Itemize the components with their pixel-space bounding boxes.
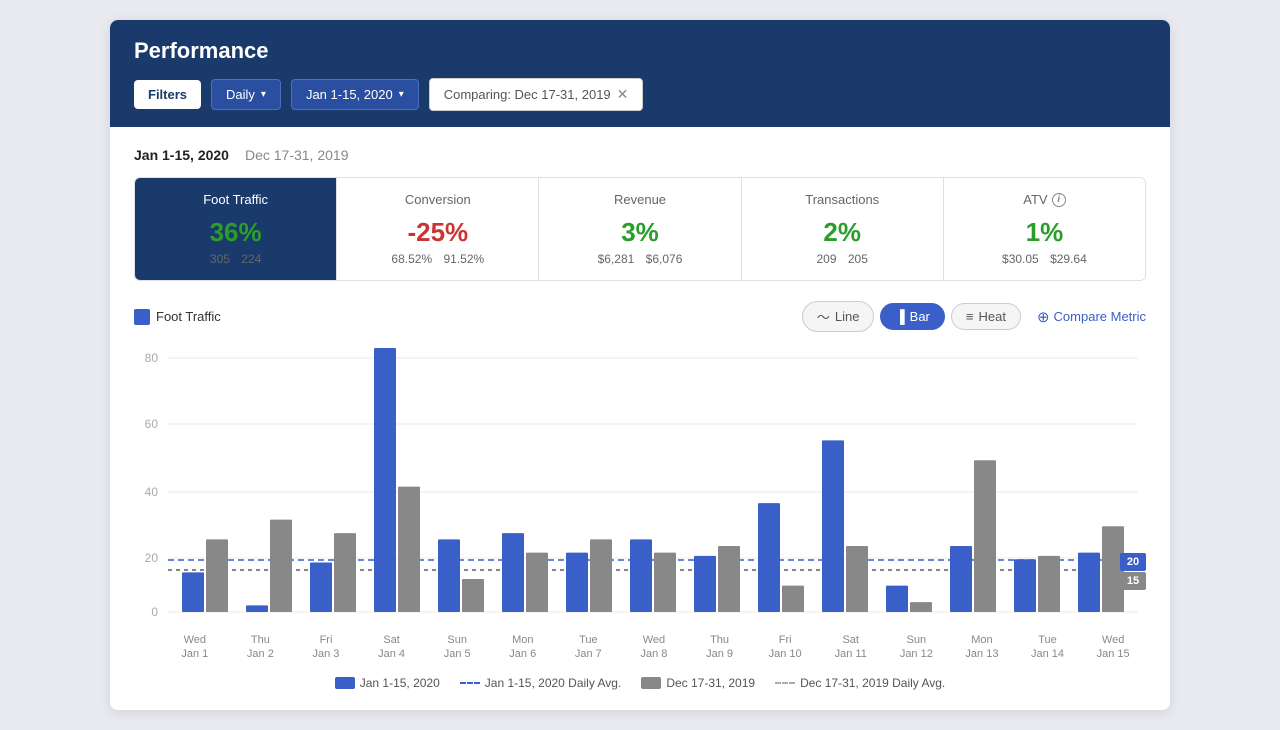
chart-legend-label: Foot Traffic [156,309,221,324]
metrics-row: Foot Traffic 36% 305 224 Conversion -25%… [134,177,1146,281]
compare-metric-button[interactable]: ⊕ Compare Metric [1037,308,1146,326]
legend-label-jan-2020-avg: Jan 1-15, 2020 Daily Avg. [485,676,622,690]
metric-title-conversion: Conversion [353,192,522,207]
metric-value-conversion: -25% [353,217,522,248]
legend-item-dec-2019-avg: Dec 17-31, 2019 Daily Avg. [775,676,945,690]
bar-chart-svg: 80 60 40 20 0 [134,348,1146,628]
svg-text:15: 15 [1127,575,1139,587]
x-label-jan6: Mon Jan 6 [490,633,556,662]
header-controls: Filters Daily ▾ Jan 1-15, 2020 ▾ Compari… [134,78,1146,111]
x-label-jan7: Tue Jan 7 [556,633,622,662]
metric-title-atv: ATV i [960,192,1129,207]
legend-item-dec-2019: Dec 17-31, 2019 [641,676,755,690]
legend-color-dashed-blue [460,682,480,684]
line-chart-icon: 〜 [817,307,830,326]
chart-wrapper: 80 60 40 20 0 [134,348,1146,662]
metric-value-atv: 1% [960,217,1129,248]
chart-header: Foot Traffic 〜 Line ▐ Bar ≡ [134,301,1146,332]
svg-text:20: 20 [1127,556,1139,568]
date-labels: Jan 1-15, 2020 Dec 17-31, 2019 [134,147,1146,163]
legend-label-dec-2019-avg: Dec 17-31, 2019 Daily Avg. [800,676,945,690]
x-label-jan13: Mon Jan 13 [949,633,1015,662]
chart-controls: 〜 Line ▐ Bar ≡ Heat [802,301,1021,332]
legend-color-solid-gray [641,677,661,689]
legend-color-box [134,309,150,325]
legend-item-jan-2020-avg: Jan 1-15, 2020 Daily Avg. [460,676,622,690]
x-label-jan8: Wed Jan 8 [621,633,687,662]
metric-title-transactions: Transactions [758,192,927,207]
metric-title-revenue: Revenue [555,192,724,207]
daily-selector[interactable]: Daily ▾ [211,79,281,110]
primary-date-label: Jan 1-15, 2020 [134,147,229,163]
x-label-jan5: Sun Jan 5 [424,633,490,662]
x-label-jan3: Fri Jan 3 [293,633,359,662]
metric-card-revenue[interactable]: Revenue 3% $6,281 $6,076 [539,178,741,280]
x-axis-labels: Wed Jan 1 Thu Jan 2 Fri Jan 3 Sat Jan 4 [162,633,1146,662]
metric-card-atv[interactable]: ATV i 1% $30.05 $29.64 [944,178,1145,280]
heat-chart-icon: ≡ [966,309,974,324]
comparing-selector[interactable]: Comparing: Dec 17-31, 2019 ✕ [429,78,644,111]
secondary-date-label: Dec 17-31, 2019 [245,147,349,163]
metric-value-revenue: 3% [555,217,724,248]
date-range-selector[interactable]: Jan 1-15, 2020 ▾ [291,79,419,110]
x-label-jan15: Wed Jan 15 [1080,633,1146,662]
heat-chart-button[interactable]: ≡ Heat [951,303,1021,330]
x-label-jan2: Thu Jan 2 [228,633,294,662]
filters-button[interactable]: Filters [134,80,201,109]
svg-text:60: 60 [145,417,159,431]
main-content: Jan 1-15, 2020 Dec 17-31, 2019 Foot Traf… [110,127,1170,710]
bar-chart-icon: ▐ [895,309,904,324]
chevron-down-icon: ▾ [399,89,404,100]
metric-value-foot-traffic: 36% [151,217,320,248]
page-title: Performance [134,38,1146,64]
plus-circle-icon: ⊕ [1037,308,1050,326]
metric-sub-foot-traffic: 305 224 [151,252,320,266]
x-label-jan14: Tue Jan 14 [1015,633,1081,662]
metric-sub-transactions: 209 205 [758,252,927,266]
svg-text:20: 20 [145,551,159,565]
line-chart-button[interactable]: 〜 Line [802,301,875,332]
metric-card-conversion[interactable]: Conversion -25% 68.52% 91.52% [337,178,539,280]
chart-legend: Foot Traffic [134,309,221,325]
chevron-down-icon: ▾ [261,89,266,100]
metric-title-foot-traffic: Foot Traffic [151,192,320,207]
close-icon[interactable]: ✕ [617,86,629,103]
metric-sub-revenue: $6,281 $6,076 [555,252,724,266]
page-header: Performance Filters Daily ▾ Jan 1-15, 20… [110,20,1170,127]
chart-section: Foot Traffic 〜 Line ▐ Bar ≡ [134,301,1146,690]
metric-sub-atv: $30.05 $29.64 [960,252,1129,266]
legend-label-jan-2020: Jan 1-15, 2020 [360,676,440,690]
x-label-jan10: Fri Jan 10 [752,633,818,662]
svg-text:0: 0 [151,605,158,619]
performance-container: Performance Filters Daily ▾ Jan 1-15, 20… [110,20,1170,710]
legend-color-dashed-gray [775,682,795,684]
svg-text:40: 40 [145,485,159,499]
info-icon: i [1052,193,1066,207]
metric-card-transactions[interactable]: Transactions 2% 209 205 [742,178,944,280]
legend-item-jan-2020: Jan 1-15, 2020 [335,676,440,690]
x-label-jan4: Sat Jan 4 [359,633,425,662]
svg-text:80: 80 [145,351,159,365]
legend-label-dec-2019: Dec 17-31, 2019 [666,676,755,690]
bar-chart-button[interactable]: ▐ Bar [880,303,944,330]
metric-card-foot-traffic[interactable]: Foot Traffic 36% 305 224 [135,178,337,280]
chart-footer-legend: Jan 1-15, 2020 Jan 1-15, 2020 Daily Avg.… [134,676,1146,690]
legend-color-solid-blue [335,677,355,689]
x-label-jan12: Sun Jan 12 [884,633,950,662]
metric-sub-conversion: 68.52% 91.52% [353,252,522,266]
x-label-jan9: Thu Jan 9 [687,633,753,662]
x-label-jan1: Wed Jan 1 [162,633,228,662]
metric-value-transactions: 2% [758,217,927,248]
x-label-jan11: Sat Jan 11 [818,633,884,662]
